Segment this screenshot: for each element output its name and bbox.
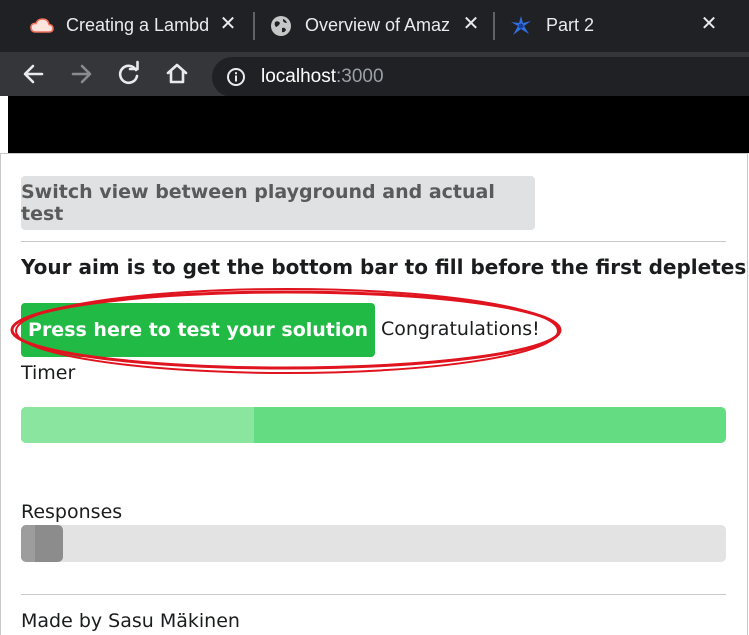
timer-label: Timer <box>21 362 76 384</box>
cloud-icon <box>30 16 54 36</box>
reload-icon[interactable] <box>115 60 143 88</box>
tab-creating-lambda[interactable]: Creating a Lambda ✕ <box>20 6 250 46</box>
footer-credit: Made by Sasu Mäkinen <box>21 610 240 632</box>
url-text: localhost:3000 <box>261 66 384 88</box>
tab-title: Overview of Amaz <box>305 15 451 35</box>
page-header-band <box>8 96 749 153</box>
responses-fill-highlight <box>21 525 35 562</box>
tab-overview[interactable]: Overview of Amaz ✕ <box>262 6 492 46</box>
close-icon[interactable]: ✕ <box>699 14 719 34</box>
annotation-ellipse <box>6 284 572 381</box>
home-icon[interactable] <box>163 60 191 88</box>
tab-separator <box>253 12 255 40</box>
timer-progress-bar <box>21 407 726 443</box>
url-port: :3000 <box>336 66 384 87</box>
responses-progress-fill <box>21 525 64 562</box>
info-icon[interactable] <box>226 67 246 87</box>
responses-progress-bar <box>21 525 726 562</box>
url-host: localhost <box>261 66 336 87</box>
close-icon[interactable]: ✕ <box>461 14 481 34</box>
tab-title: Part 2 <box>546 15 595 35</box>
divider <box>21 594 726 595</box>
responses-label: Responses <box>21 501 123 523</box>
tab-part-2[interactable]: Part 2 ✕ <box>502 6 742 46</box>
switch-view-button[interactable]: Switch view between playground and actua… <box>21 176 535 230</box>
app-logo-icon <box>510 15 532 37</box>
timer-progress-fill <box>21 407 254 443</box>
tab-separator <box>493 12 495 40</box>
forward-arrow-icon[interactable] <box>67 60 95 88</box>
aim-heading: Your aim is to get the bottom bar to fil… <box>21 255 749 279</box>
divider <box>21 241 726 242</box>
globe-icon <box>270 15 292 37</box>
back-arrow-icon[interactable] <box>20 60 48 88</box>
close-icon[interactable]: ✕ <box>218 14 238 34</box>
tab-title: Creating a Lambda <box>66 15 208 35</box>
browser-tab-strip: Creating a Lambda ✕ Overview of Amaz ✕ P… <box>0 0 749 52</box>
address-bar[interactable]: localhost:3000 <box>212 57 749 97</box>
